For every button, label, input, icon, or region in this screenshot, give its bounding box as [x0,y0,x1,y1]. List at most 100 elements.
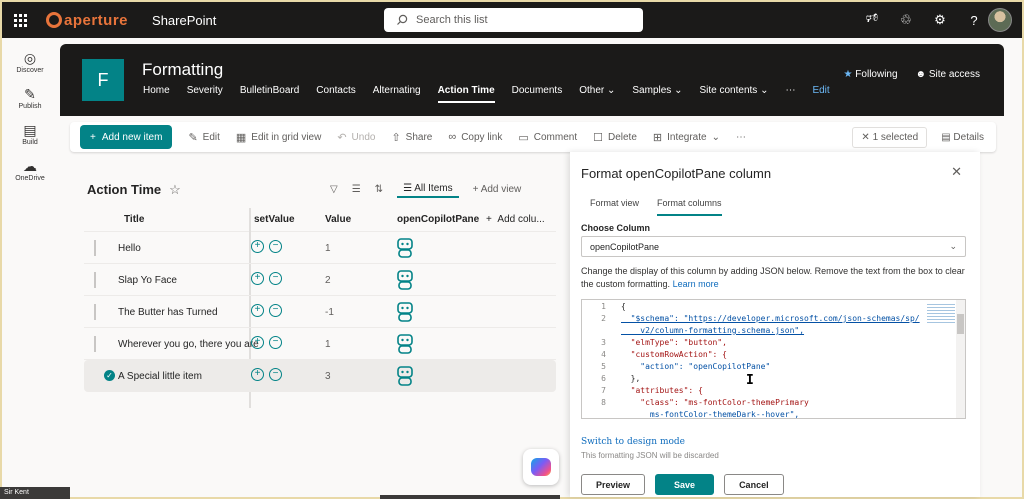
row-title[interactable]: The Butter has Turned [118,307,218,318]
save-button[interactable]: Save [655,474,715,495]
column-header-setvalue[interactable]: setValue [254,214,295,225]
row-select-handle[interactable] [94,272,96,288]
table-row[interactable]: Hello + − 1 [84,232,556,264]
delete-button[interactable]: ☐ Delete [593,131,637,144]
minus-circle-icon[interactable]: − [269,336,282,349]
star-icon: ★ [843,69,853,80]
nav-edit-link[interactable]: Edit [812,85,829,103]
add-circle-icon[interactable]: + [251,304,264,317]
copilot-robot-icon[interactable] [396,366,414,389]
add-view-button[interactable]: + Add view [473,184,522,195]
add-new-item-button[interactable]: + Add new item [80,125,173,149]
share-button[interactable]: ⇧ Share [391,131,432,144]
tab-format-view[interactable]: Format view [590,198,639,216]
row-select-handle[interactable] [94,336,96,352]
minus-circle-icon[interactable]: − [269,304,282,317]
edit-button[interactable]: ✎ Edit [188,131,219,144]
column-header-title[interactable]: Title [124,214,144,225]
app-name[interactable]: SharePoint [152,13,216,28]
row-title[interactable]: Slap Yo Face [118,275,177,286]
minus-circle-icon[interactable]: − [269,272,282,285]
filter-icon[interactable]: ▽ [330,184,338,195]
copy-link-button[interactable]: ∞ Copy link [448,131,502,143]
nav-item-home[interactable]: Home [143,85,170,103]
site-logo[interactable]: F [82,59,124,101]
row-title[interactable]: Hello [118,243,141,254]
column-select[interactable]: openCopilotPane ⌄ [581,236,966,257]
nav-item-site-contents[interactable]: Site contents ⌄ [699,85,768,103]
nav-item-alternating[interactable]: Alternating [373,85,421,103]
selection-count-button[interactable]: ✕ 1 selected [852,126,928,148]
share-icon[interactable]: ♲ [898,12,914,28]
line-number: 7 [601,386,606,395]
code-minimap[interactable] [927,302,955,332]
sort-icon[interactable]: ⇅ [375,184,383,195]
minus-circle-icon[interactable]: − [269,368,282,381]
table-row[interactable]: ✓ A Special little item + − 3 [84,360,556,392]
appbar-item-build[interactable]: ▤ Build [2,122,58,146]
group-icon[interactable]: ☰ [352,184,361,195]
view-switcher-tab[interactable]: ☰ All Items [397,181,459,198]
minus-circle-icon[interactable]: − [269,240,282,253]
undo-button[interactable]: ↶ Undo [337,131,375,144]
close-icon[interactable]: ✕ [951,164,962,180]
selected-check-icon[interactable]: ✓ [104,370,115,381]
copilot-robot-icon[interactable] [396,238,414,261]
avatar[interactable] [988,8,1012,32]
details-button[interactable]: ▤ Details [941,132,984,143]
site-title[interactable]: Formatting [142,60,223,80]
search-icon [397,14,408,25]
nav-item-contacts[interactable]: Contacts [316,85,355,103]
appbar-item-discover[interactable]: ◎ Discover [2,50,58,74]
nav-item-other[interactable]: Other ⌄ [579,85,615,103]
table-row[interactable]: The Butter has Turned + − -1 [84,296,556,328]
row-title[interactable]: Wherever you go, there you are [118,339,259,350]
column-header-opencopilotpane[interactable]: openCopilotPane [397,214,479,225]
more-commands-button[interactable]: ⋯ [736,132,746,143]
column-header-value[interactable]: Value [325,214,351,225]
gear-icon[interactable]: ⚙ [932,12,948,28]
tab-format-columns[interactable]: Format columns [657,198,722,216]
nav-item-samples[interactable]: Samples ⌄ [632,85,682,103]
cancel-button[interactable]: Cancel [724,474,784,495]
json-editor[interactable]: 1{ 2 "$schema": "https://developer.micro… [581,299,966,419]
nav-more-button[interactable]: ⋯ [785,85,795,103]
learn-more-link[interactable]: Learn more [673,279,719,289]
row-select-handle[interactable] [94,240,96,256]
integrate-button[interactable]: ⊞ Integrate ⌄ [653,131,720,144]
table-row[interactable]: Slap Yo Face + − 2 [84,264,556,296]
nav-item-severity[interactable]: Severity [187,85,223,103]
following-button[interactable]: ★ Following [844,69,898,80]
preview-button[interactable]: Preview [581,474,646,495]
nav-item-action-time[interactable]: Action Time [437,85,495,103]
copilot-robot-icon[interactable] [396,302,414,325]
favorite-star-icon[interactable]: ☆ [169,182,181,198]
help-icon[interactable]: ? [966,13,982,28]
editor-scrollbar[interactable] [956,300,965,418]
nav-label: Other [579,85,605,96]
site-access-button[interactable]: ☻ Site access [916,69,980,80]
comment-button[interactable]: ▭ Comment [518,131,577,144]
app-launcher-icon[interactable] [2,2,38,38]
switch-design-mode-link[interactable]: Switch to design mode [581,437,685,447]
add-circle-icon[interactable]: + [251,240,264,253]
appbar-item-publish[interactable]: ✎ Publish [2,86,58,110]
list-title[interactable]: Action Time [87,182,161,198]
add-circle-icon[interactable]: + [251,336,264,349]
megaphone-icon[interactable]: 🕫 [864,9,880,31]
copilot-robot-icon[interactable] [396,334,414,357]
row-title[interactable]: A Special little item [118,371,202,382]
edit-grid-button[interactable]: ▦ Edit in grid view [236,131,321,144]
add-circle-icon[interactable]: + [251,272,264,285]
search-input[interactable]: Search this list [384,8,643,32]
table-row[interactable]: Wherever you go, there you are + − 1 [84,328,556,360]
brand-logo[interactable]: aperture [46,12,128,29]
nav-item-bulletinboard[interactable]: BulletinBoard [240,85,299,103]
copilot-robot-icon[interactable] [396,270,414,293]
row-select-handle[interactable] [94,304,96,320]
add-circle-icon[interactable]: + [251,368,264,381]
copilot-button[interactable] [523,449,559,485]
nav-item-documents[interactable]: Documents [512,85,563,103]
add-column-button[interactable]: + Add colu... [486,214,545,225]
appbar-item-onedrive[interactable]: ☁ OneDrive [2,158,58,182]
